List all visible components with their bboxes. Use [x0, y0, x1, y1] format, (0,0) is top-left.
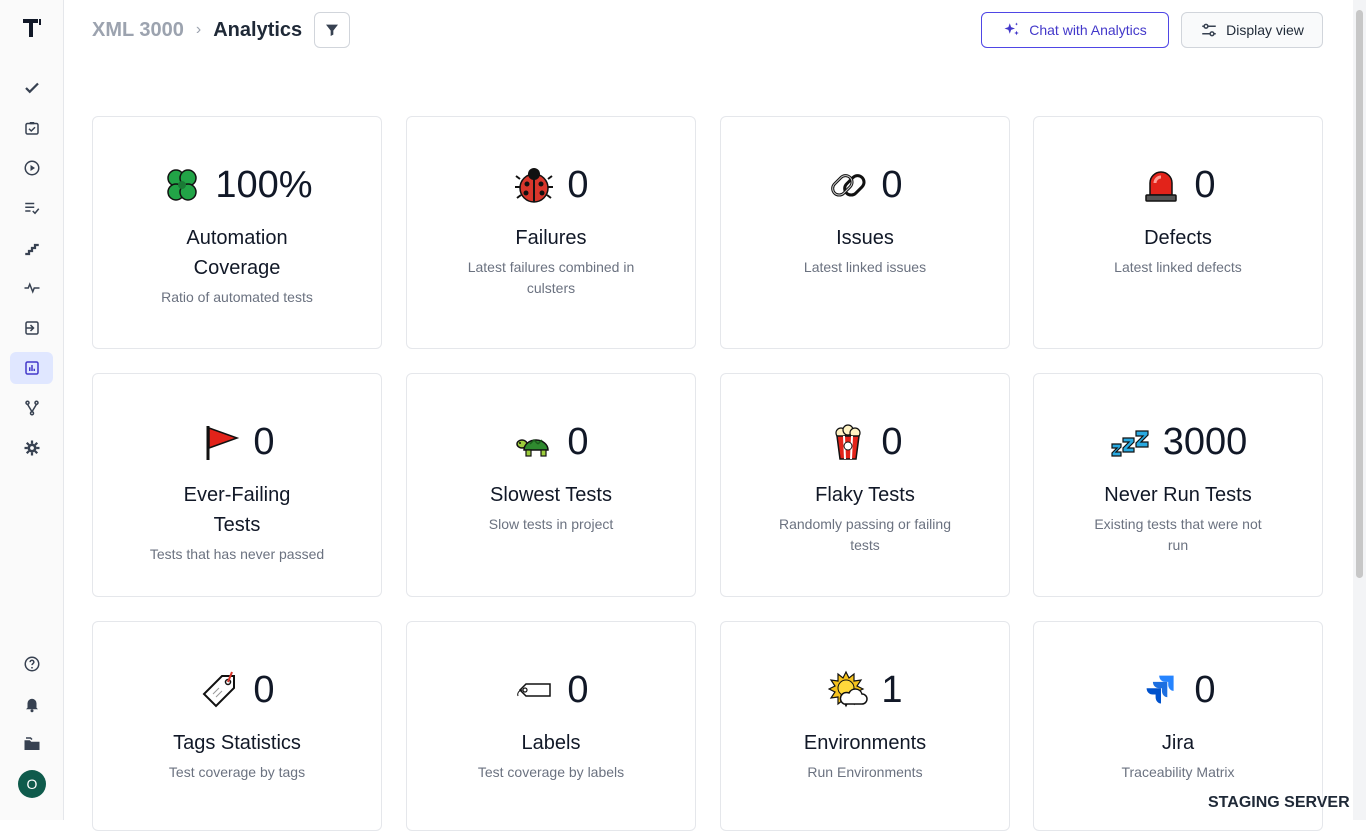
card-title: Labels — [521, 732, 581, 754]
card-description: Tests that has never passed — [149, 546, 325, 562]
zzz-icon — [1109, 421, 1151, 463]
sparkles-icon — [1004, 22, 1019, 36]
nav-plans-icon[interactable] — [10, 112, 53, 144]
staging-server-badge: STAGING SERVER — [1208, 794, 1350, 811]
card-flaky-tests[interactable]: 0 Flaky Tests Randomly passing or failin… — [720, 373, 1010, 597]
card-title: Ever-Failing Tests — [183, 484, 291, 536]
card-title: Failures — [515, 227, 587, 249]
card-title: Automation Coverage — [186, 227, 288, 279]
sliders-icon — [1202, 23, 1216, 37]
user-avatar[interactable]: O — [18, 770, 46, 798]
red-flag-icon — [199, 421, 241, 463]
card-value: 0 — [253, 668, 275, 711]
card-slowest-tests[interactable]: 0 Slowest Tests Slow tests in project — [406, 373, 696, 597]
card-tags-statistics[interactable]: 0 Tags Statistics Test coverage by tags — [92, 621, 382, 831]
projects-folder-icon[interactable] — [10, 728, 53, 760]
nav-analytics-icon[interactable] — [10, 352, 53, 384]
card-description: Slow tests in project — [488, 516, 614, 532]
card-value: 0 — [1194, 668, 1216, 711]
card-failures[interactable]: 0 Failures Latest failures combined in c… — [406, 116, 696, 349]
card-description: Latest linked defects — [1114, 259, 1242, 275]
nav-tests-icon[interactable] — [10, 72, 53, 104]
card-ever-failing-tests[interactable]: 0 Ever-Failing Tests Tests that has neve… — [92, 373, 382, 597]
breadcrumb-project[interactable]: XML 3000 — [92, 19, 184, 42]
scrollbar-thumb[interactable] — [1356, 10, 1363, 578]
page-title: Analytics — [213, 18, 303, 41]
card-title: Never Run Tests — [1104, 484, 1252, 506]
nav-steps-icon[interactable] — [10, 232, 53, 264]
card-environments[interactable]: 1 Environments Run Environments — [720, 621, 1010, 831]
card-description: Test coverage by labels — [477, 764, 625, 780]
card-title: Tags Statistics — [173, 732, 301, 754]
popcorn-icon — [827, 421, 869, 463]
card-description: Randomly passing or failing tests — [779, 516, 951, 553]
jira-icon — [1140, 669, 1182, 711]
nav-runs-icon[interactable] — [10, 152, 53, 184]
sun-cloud-icon — [827, 669, 869, 711]
card-value: 0 — [253, 420, 275, 463]
siren-icon — [1140, 164, 1182, 206]
card-value: 3000 — [1162, 420, 1248, 463]
card-value: 0 — [881, 163, 903, 206]
card-never-run-tests[interactable]: 3000 Never Run Tests Existing tests that… — [1033, 373, 1323, 597]
card-description: Ratio of automated tests — [161, 289, 313, 305]
card-issues[interactable]: 0 Issues Latest linked issues — [720, 116, 1010, 349]
notifications-bell-icon[interactable] — [10, 688, 53, 720]
card-value: 0 — [881, 420, 903, 463]
card-labels[interactable]: 0 Labels Test coverage by labels — [406, 621, 696, 831]
nav-settings-icon[interactable] — [10, 432, 53, 464]
nav-import-icon[interactable] — [10, 312, 53, 344]
card-value: 0 — [1194, 163, 1216, 206]
display-button-label: Display view — [1226, 22, 1304, 38]
page-scrollbar[interactable] — [1353, 0, 1366, 820]
label-icon — [513, 669, 555, 711]
chain-link-icon — [827, 164, 869, 206]
tag-icon — [199, 669, 241, 711]
nav-pulse-icon[interactable] — [10, 272, 53, 304]
card-value: 0 — [567, 668, 589, 711]
card-value: 100% — [215, 163, 313, 206]
display-view-button[interactable]: Display view — [1181, 12, 1323, 48]
card-title: Defects — [1144, 227, 1212, 249]
sidebar: O — [0, 0, 64, 820]
nav-checklist-icon[interactable] — [10, 192, 53, 224]
card-automation-coverage[interactable]: 100% Automation Coverage Ratio of automa… — [92, 116, 382, 349]
card-description: Run Environments — [807, 764, 923, 780]
card-title: Jira — [1161, 732, 1195, 754]
card-value: 1 — [881, 668, 903, 711]
card-title: Flaky Tests — [815, 484, 915, 506]
card-title: Slowest Tests — [490, 484, 612, 506]
card-description: Latest linked issues — [803, 259, 927, 275]
card-description: Test coverage by tags — [168, 764, 306, 780]
filter-button[interactable] — [314, 12, 351, 48]
chat-button-label: Chat with Analytics — [1029, 22, 1147, 38]
filter-icon — [326, 24, 339, 36]
clover-icon — [161, 164, 203, 206]
card-value: 0 — [567, 163, 589, 206]
card-title: Environments — [803, 732, 927, 754]
card-description: Existing tests that were not run — [1094, 516, 1262, 553]
ladybug-icon — [513, 164, 555, 206]
help-icon[interactable] — [10, 648, 53, 680]
card-value: 0 — [567, 420, 589, 463]
breadcrumb-separator: › — [195, 21, 202, 38]
chat-with-analytics-button[interactable]: Chat with Analytics — [981, 12, 1169, 48]
app-logo-icon[interactable] — [20, 16, 44, 40]
card-title: Issues — [836, 227, 894, 249]
turtle-icon — [513, 421, 555, 463]
card-defects[interactable]: 0 Defects Latest linked defects — [1033, 116, 1323, 349]
card-description: Latest failures combined in culsters — [467, 259, 635, 296]
nav-branches-icon[interactable] — [10, 392, 53, 424]
card-description: Traceability Matrix — [1121, 764, 1235, 780]
breadcrumb: XML 3000 › Analytics — [92, 12, 351, 48]
